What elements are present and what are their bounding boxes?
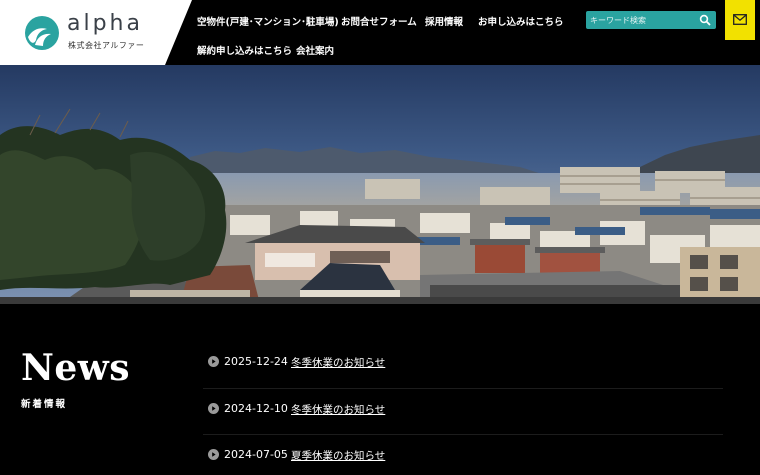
news-subtitle: 新着情報 — [21, 399, 68, 410]
news-item[interactable]: 2025-12-24 冬季休業のお知らせ — [203, 342, 723, 388]
logo[interactable]: alpha 株式会社アルファー — [0, 0, 192, 65]
hero-image — [0, 35, 760, 304]
mail-button[interactable] — [725, 0, 755, 40]
main-nav: 空物件(戸建･マンション･駐車場) お問合せフォーム 採用情報 お申し込みはこち… — [197, 0, 587, 65]
news-title: News — [21, 347, 131, 389]
hero-cityscape — [0, 35, 760, 304]
news-link[interactable]: 冬季休業のお知らせ — [291, 355, 385, 370]
news-link[interactable]: 夏季休業のお知らせ — [291, 448, 385, 463]
play-circle-icon — [208, 356, 219, 367]
news-date: 2025-12-24 — [224, 355, 288, 368]
news-section: News 新着情報 2025-12-24 冬季休業のお知らせ 2024-12-1… — [0, 304, 760, 475]
play-circle-icon — [208, 403, 219, 414]
news-list: 2025-12-24 冬季休業のお知らせ 2024-12-10 冬季休業のお知ら… — [203, 342, 723, 475]
play-circle-icon — [208, 449, 219, 460]
search-icon[interactable] — [699, 14, 711, 26]
news-item[interactable]: 2024-12-10 冬季休業のお知らせ — [203, 388, 723, 434]
nav-item-vacancies[interactable]: 空物件(戸建･マンション･駐車場) — [197, 14, 339, 28]
news-item[interactable]: 2024-07-05 夏季休業のお知らせ — [203, 434, 723, 475]
search-input[interactable] — [590, 12, 696, 28]
nav-item-contact-form[interactable]: お問合せフォーム — [341, 14, 417, 28]
logo-company-name: 株式会社アルファー — [68, 41, 145, 50]
nav-item-apply[interactable]: お申し込みはこちら — [478, 14, 564, 28]
news-date: 2024-12-10 — [224, 402, 288, 415]
page: alpha 株式会社アルファー 空物件(戸建･マンション･駐車場) お問合せフォ… — [0, 0, 760, 475]
logo-text: alpha — [67, 11, 143, 36]
nav-item-cancel[interactable]: 解約申し込みはこちら — [197, 43, 292, 57]
news-date: 2024-07-05 — [224, 448, 288, 461]
wave-circle-logo-icon — [25, 16, 59, 50]
nav-item-recruit[interactable]: 採用情報 — [425, 14, 463, 28]
search-box — [586, 11, 716, 29]
nav-item-company[interactable]: 会社案内 — [296, 43, 334, 57]
news-link[interactable]: 冬季休業のお知らせ — [291, 402, 385, 417]
site-header: alpha 株式会社アルファー 空物件(戸建･マンション･駐車場) お問合せフォ… — [0, 0, 760, 65]
mail-icon — [733, 14, 747, 25]
